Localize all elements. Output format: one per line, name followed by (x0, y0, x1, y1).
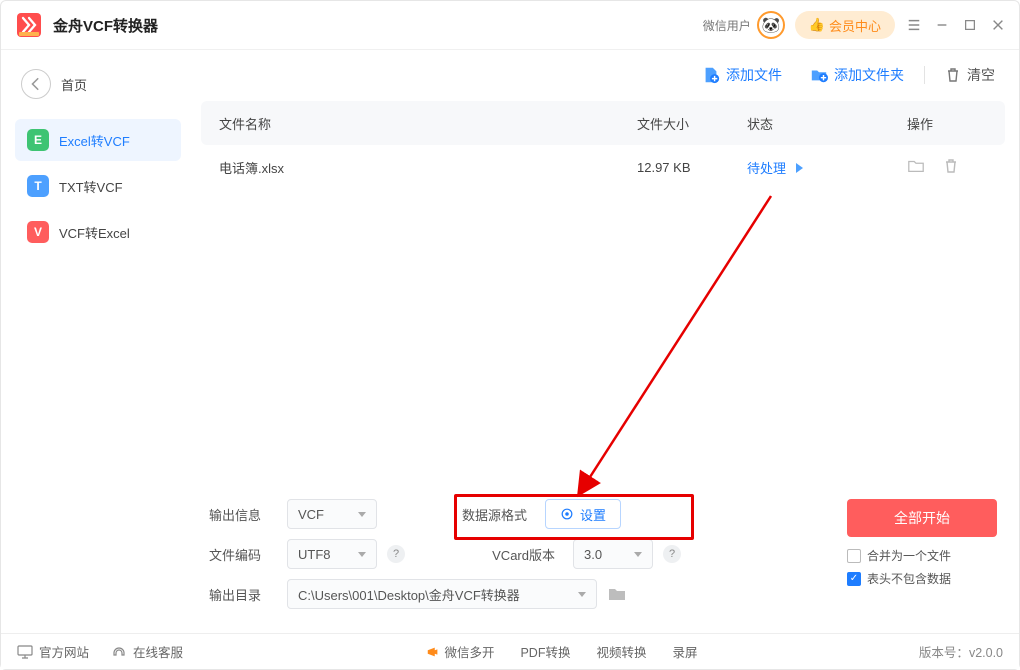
vcard-version-value: 3.0 (584, 547, 602, 562)
headset-icon (111, 644, 127, 660)
output-format-value: VCF (298, 507, 324, 522)
member-center-label: 会员中心 (829, 16, 881, 35)
start-all-button[interactable]: 全部开始 (847, 499, 997, 537)
delete-row-icon[interactable] (943, 158, 959, 177)
output-dir-select[interactable]: C:\Users\001\Desktop\金舟VCF转换器 (287, 579, 597, 609)
output-dir-value: C:\Users\001\Desktop\金舟VCF转换器 (298, 585, 520, 604)
col-state: 状态 (747, 114, 907, 133)
col-size: 文件大小 (637, 114, 747, 133)
maximize-button[interactable] (963, 18, 977, 32)
thumbs-up-icon: 👍 (809, 17, 825, 33)
sidebar-item-txt-to-vcf[interactable]: T TXT转VCF (15, 165, 181, 207)
megaphone-icon (426, 645, 440, 659)
gear-icon (560, 507, 574, 521)
home-nav[interactable]: 首页 (15, 63, 181, 119)
minimize-button[interactable] (935, 18, 949, 32)
encoding-select[interactable]: UTF8 (287, 539, 377, 569)
badge-icon: E (27, 129, 49, 151)
footer-link-video[interactable]: 视频转换 (596, 642, 646, 661)
add-file-button[interactable]: 添加文件 (692, 59, 792, 91)
file-name-cell: 电话簿.xlsx (219, 158, 637, 177)
support-label: 在线客服 (133, 642, 183, 661)
col-op: 操作 (907, 114, 987, 133)
support-link[interactable]: 在线客服 (111, 642, 183, 661)
app-logo (15, 11, 43, 39)
badge-icon: T (27, 175, 49, 197)
folder-add-icon (810, 66, 828, 84)
file-state-cell: 待处理 (747, 158, 907, 177)
app-title: 金舟VCF转换器 (53, 15, 158, 36)
add-folder-label: 添加文件夹 (834, 65, 904, 85)
clear-label: 清空 (967, 65, 995, 85)
settings-button-label: 设置 (580, 505, 606, 524)
chevron-down-icon (358, 552, 366, 557)
encoding-label: 文件编码 (209, 545, 287, 564)
close-button[interactable] (991, 18, 1005, 32)
header-skip-checkbox[interactable]: 表头不包含数据 (847, 570, 997, 587)
help-icon[interactable]: ? (663, 545, 681, 563)
add-folder-button[interactable]: 添加文件夹 (800, 59, 914, 91)
footer: 官方网站 在线客服 微信多开 PDF转换 视频转换 录屏 版本号：v2.0.0 (1, 633, 1019, 669)
sidebar-item-label: Excel转VCF (59, 131, 130, 150)
output-format-select[interactable]: VCF (287, 499, 377, 529)
add-file-label: 添加文件 (726, 65, 782, 85)
main-area: 添加文件 添加文件夹 清空 文件名称 文件大小 状态 操作 电话簿.xlsx 1… (191, 49, 1019, 619)
vcard-version-select[interactable]: 3.0 (573, 539, 653, 569)
settings-button[interactable]: 设置 (545, 499, 621, 529)
wechat-user-label: 微信用户 (703, 17, 751, 34)
chevron-down-icon (634, 552, 642, 557)
sidebar: 首页 E Excel转VCF T TXT转VCF V VCF转Excel (1, 49, 191, 619)
file-size-cell: 12.97 KB (637, 160, 747, 175)
official-site-label: 官方网站 (39, 642, 89, 661)
sidebar-item-vcf-to-excel[interactable]: V VCF转Excel (15, 211, 181, 253)
output-info-label: 输出信息 (209, 505, 287, 524)
table-row[interactable]: 电话簿.xlsx 12.97 KB 待处理 (201, 145, 1005, 191)
version-text: 版本号：v2.0.0 (919, 642, 1003, 661)
menu-icon[interactable] (907, 18, 921, 32)
col-name: 文件名称 (219, 114, 637, 133)
sidebar-item-excel-to-vcf[interactable]: E Excel转VCF (15, 119, 181, 161)
source-format-label: 数据源格式 (437, 505, 527, 524)
encoding-value: UTF8 (298, 547, 331, 562)
browse-folder-icon[interactable] (607, 584, 627, 604)
monitor-icon (17, 644, 33, 660)
table-header: 文件名称 文件大小 状态 操作 (201, 101, 1005, 145)
open-folder-icon[interactable] (907, 157, 925, 178)
footer-link-record[interactable]: 录屏 (672, 642, 697, 661)
footer-link-wechat-multi[interactable]: 微信多开 (426, 642, 494, 661)
back-arrow-icon (21, 69, 51, 99)
output-dir-label: 输出目录 (209, 585, 287, 604)
member-center-button[interactable]: 👍 会员中心 (795, 11, 895, 39)
home-label: 首页 (61, 75, 87, 94)
checkbox-checked-icon (847, 572, 861, 586)
merge-label: 合并为一个文件 (867, 547, 951, 564)
checkbox-icon (847, 549, 861, 563)
start-all-label: 全部开始 (894, 508, 950, 528)
play-icon[interactable] (796, 163, 803, 173)
title-bar: 金舟VCF转换器 微信用户 🐼 👍 会员中心 (1, 1, 1019, 49)
header-skip-label: 表头不包含数据 (867, 570, 951, 587)
official-site-link[interactable]: 官方网站 (17, 642, 89, 661)
file-add-icon (702, 66, 720, 84)
sidebar-item-label: TXT转VCF (59, 177, 123, 196)
help-icon[interactable]: ? (387, 545, 405, 563)
sidebar-item-label: VCF转Excel (59, 223, 130, 242)
trash-icon (945, 67, 961, 83)
state-text: 待处理 (747, 158, 786, 177)
toolbar: 添加文件 添加文件夹 清空 (201, 49, 1005, 101)
vcard-label: VCard版本 (465, 545, 555, 564)
clear-button[interactable]: 清空 (935, 59, 1005, 91)
badge-icon: V (27, 221, 49, 243)
wechat-avatar[interactable]: 🐼 (757, 11, 785, 39)
chevron-down-icon (578, 592, 586, 597)
settings-panel: 输出信息 VCF 数据源格式 设置 文件编码 UTF8 (201, 489, 1005, 619)
chevron-down-icon (358, 512, 366, 517)
footer-link-pdf[interactable]: PDF转换 (520, 642, 570, 661)
merge-checkbox[interactable]: 合并为一个文件 (847, 547, 997, 564)
